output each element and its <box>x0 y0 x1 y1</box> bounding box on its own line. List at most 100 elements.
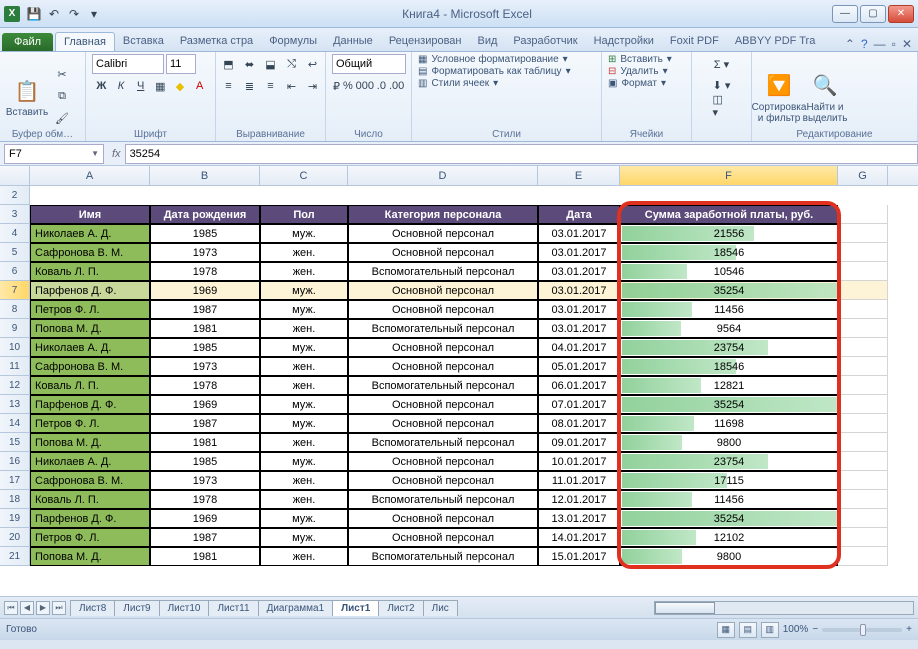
column-header[interactable]: E <box>538 166 620 185</box>
cell[interactable] <box>838 300 888 319</box>
cell-salary[interactable]: 11456 <box>620 490 838 509</box>
mdi-min-icon[interactable]: — <box>874 37 886 51</box>
cell-sex[interactable]: жен. <box>260 357 348 376</box>
format-painter-icon[interactable]: 🖌 <box>52 109 72 129</box>
cell-category[interactable]: Вспомогательный персонал <box>348 547 538 566</box>
cell[interactable] <box>838 452 888 471</box>
cell-category[interactable]: Основной персонал <box>348 338 538 357</box>
align-right-button[interactable]: ≡ <box>261 76 281 96</box>
cell-sex[interactable]: жен. <box>260 471 348 490</box>
cell-name[interactable]: Николаев А. Д. <box>30 452 150 471</box>
cell[interactable] <box>838 528 888 547</box>
ribbon-tab[interactable]: Foxit PDF <box>662 32 727 51</box>
sheet-tab[interactable]: Лист11 <box>208 600 258 616</box>
cell[interactable] <box>838 243 888 262</box>
align-center-button[interactable]: ≣ <box>240 76 260 96</box>
align-bottom-button[interactable]: ⬓ <box>261 54 281 74</box>
ribbon-tab[interactable]: Главная <box>55 32 115 51</box>
inc-decimal-button[interactable]: .0 <box>376 76 387 96</box>
undo-icon[interactable]: ↶ <box>46 6 62 22</box>
cell[interactable] <box>30 186 150 205</box>
cell-birth[interactable]: 1969 <box>150 509 260 528</box>
indent-inc-button[interactable]: ⇥ <box>303 76 323 96</box>
cell-sex[interactable]: муж. <box>260 281 348 300</box>
redo-icon[interactable]: ↷ <box>66 6 82 22</box>
cell-sex[interactable]: муж. <box>260 414 348 433</box>
horizontal-scrollbar[interactable] <box>654 601 914 615</box>
format-cells-button[interactable]: ▣Формат ▾ <box>608 78 666 89</box>
cell-name[interactable]: Парфенов Д. Ф. <box>30 509 150 528</box>
dec-decimal-button[interactable]: .00 <box>388 76 405 96</box>
cell-name[interactable]: Коваль Л. П. <box>30 262 150 281</box>
currency-button[interactable]: ₽ <box>332 76 341 96</box>
cell-date[interactable]: 05.01.2017 <box>538 357 620 376</box>
cell-sex[interactable]: жен. <box>260 319 348 338</box>
cell-name[interactable]: Николаев А. Д. <box>30 224 150 243</box>
ribbon-tab[interactable]: Надстройки <box>586 32 662 51</box>
cell-salary[interactable]: 10546 <box>620 262 838 281</box>
cell-salary[interactable]: 35254 <box>620 509 838 528</box>
cell-name[interactable]: Попова М. Д. <box>30 433 150 452</box>
cell-salary[interactable]: 11698 <box>620 414 838 433</box>
cell-category[interactable]: Основной персонал <box>348 243 538 262</box>
cell-date[interactable]: 11.01.2017 <box>538 471 620 490</box>
cell-category[interactable]: Основной персонал <box>348 471 538 490</box>
cell-salary[interactable]: 11456 <box>620 300 838 319</box>
cell-name[interactable]: Попова М. Д. <box>30 319 150 338</box>
cell-birth[interactable]: 1978 <box>150 376 260 395</box>
cell-styles-button[interactable]: ▥Стили ячеек ▾ <box>418 78 498 89</box>
table-header-cell[interactable]: Имя <box>30 205 150 224</box>
row-header[interactable]: 2 <box>0 186 30 205</box>
select-all-corner[interactable] <box>0 166 30 185</box>
clear-button[interactable]: ◫ ▾ <box>712 96 732 116</box>
percent-button[interactable]: % <box>342 76 354 96</box>
cell-category[interactable]: Основной персонал <box>348 452 538 471</box>
cell-date[interactable]: 09.01.2017 <box>538 433 620 452</box>
cell-birth[interactable]: 1973 <box>150 357 260 376</box>
ribbon-tab[interactable]: Вставка <box>115 32 172 51</box>
cell-salary[interactable]: 18546 <box>620 243 838 262</box>
row-header[interactable]: 8 <box>0 300 30 319</box>
cell-birth[interactable]: 1969 <box>150 281 260 300</box>
cell[interactable] <box>838 338 888 357</box>
cell[interactable] <box>838 547 888 566</box>
align-top-button[interactable]: ⬒ <box>219 54 239 74</box>
name-box[interactable]: F7 ▼ <box>4 144 104 164</box>
cell-name[interactable]: Петров Ф. Л. <box>30 300 150 319</box>
table-header-cell[interactable]: Пол <box>260 205 348 224</box>
sheet-next-button[interactable]: ▶ <box>36 601 50 615</box>
cell[interactable] <box>838 186 888 205</box>
cell-birth[interactable]: 1978 <box>150 262 260 281</box>
cell-date[interactable]: 03.01.2017 <box>538 281 620 300</box>
cell-salary[interactable]: 35254 <box>620 281 838 300</box>
cell-category[interactable]: Основной персонал <box>348 414 538 433</box>
cell-sex[interactable]: жен. <box>260 433 348 452</box>
cell-name[interactable]: Петров Ф. Л. <box>30 414 150 433</box>
cell[interactable] <box>538 186 620 205</box>
fx-icon[interactable]: fx <box>112 148 121 160</box>
cell-category[interactable]: Основной персонал <box>348 281 538 300</box>
cell-birth[interactable]: 1981 <box>150 547 260 566</box>
cell[interactable] <box>838 357 888 376</box>
align-left-button[interactable]: ≡ <box>219 76 239 96</box>
ribbon-tab[interactable]: Разработчик <box>505 32 585 51</box>
sheet-prev-button[interactable]: ◀ <box>20 601 34 615</box>
cell-name[interactable]: Парфенов Д. Ф. <box>30 395 150 414</box>
cell-birth[interactable]: 1981 <box>150 433 260 452</box>
cell[interactable] <box>838 376 888 395</box>
cell[interactable] <box>348 186 538 205</box>
cell-birth[interactable]: 1969 <box>150 395 260 414</box>
column-header[interactable]: B <box>150 166 260 185</box>
sheet-last-button[interactable]: ⏭ <box>52 601 66 615</box>
cell-name[interactable]: Николаев А. Д. <box>30 338 150 357</box>
view-layout-button[interactable]: ▤ <box>739 622 757 638</box>
conditional-formatting-button[interactable]: ▦Условное форматирование ▾ <box>418 54 568 65</box>
row-header[interactable]: 15 <box>0 433 30 452</box>
cell-date[interactable]: 07.01.2017 <box>538 395 620 414</box>
cell-sex[interactable]: жен. <box>260 376 348 395</box>
paste-button[interactable]: 📋 Вставить <box>6 64 48 130</box>
cell-category[interactable]: Вспомогательный персонал <box>348 490 538 509</box>
wrap-text-button[interactable]: ↩ <box>303 54 323 74</box>
cell-category[interactable]: Основной персонал <box>348 224 538 243</box>
cell-category[interactable]: Вспомогательный персонал <box>348 262 538 281</box>
